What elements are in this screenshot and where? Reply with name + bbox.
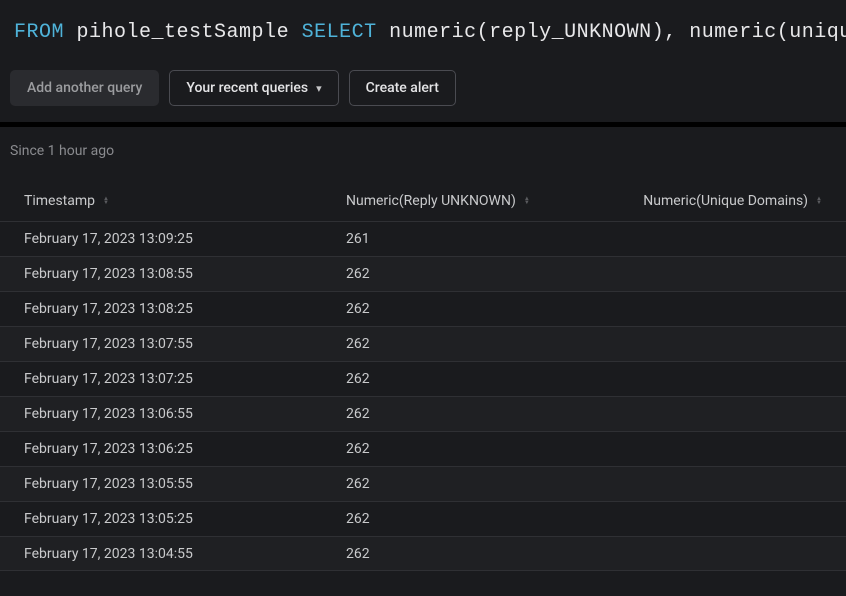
query-comma: , [664, 21, 677, 44]
table-row[interactable]: February 17, 2023 13:04:55262 [0, 536, 846, 571]
cell-reply-unknown: 261 [346, 231, 586, 247]
query-func1: numeric [389, 21, 477, 44]
cell-reply-unknown: 262 [346, 441, 586, 457]
query-func2: numeric [689, 21, 777, 44]
query-editor[interactable]: FROM pihole_testSample SELECT numeric(re… [0, 0, 846, 62]
cell-timestamp: February 17, 2023 13:08:25 [24, 301, 346, 317]
create-alert-button[interactable]: Create alert [349, 70, 456, 106]
create-alert-label: Create alert [366, 80, 439, 96]
cell-timestamp: February 17, 2023 13:06:55 [24, 406, 346, 422]
column-header-timestamp[interactable]: Timestamp ▲▼ [24, 193, 346, 209]
keyword-select: SELECT [302, 21, 377, 44]
column-header-reply-unknown-label: Numeric(Reply UNKNOWN) [346, 193, 516, 209]
query-table: pihole_testSample [77, 21, 290, 44]
cell-timestamp: February 17, 2023 13:04:55 [24, 546, 346, 562]
table-row[interactable]: February 17, 2023 13:06:55262 [0, 396, 846, 431]
table-row[interactable]: February 17, 2023 13:07:55262 [0, 326, 846, 361]
cell-reply-unknown: 262 [346, 301, 586, 317]
cell-reply-unknown: 262 [346, 266, 586, 282]
cell-reply-unknown: 262 [346, 476, 586, 492]
sort-icon: ▲▼ [816, 197, 822, 205]
column-header-unique-domains[interactable]: Numeric(Unique Domains) ▲▼ [586, 193, 822, 209]
column-header-reply-unknown[interactable]: Numeric(Reply UNKNOWN) ▲▼ [346, 193, 586, 209]
cell-timestamp: February 17, 2023 13:05:25 [24, 511, 346, 527]
table-row[interactable]: February 17, 2023 13:07:25262 [0, 361, 846, 396]
cell-reply-unknown: 262 [346, 406, 586, 422]
query-toolbar: Add another query Your recent queries ▾ … [0, 62, 846, 122]
add-another-query-label: Add another query [27, 80, 142, 96]
sort-icon: ▲▼ [524, 197, 530, 205]
keyword-from: FROM [14, 21, 64, 44]
chevron-down-icon: ▾ [316, 82, 322, 95]
cell-timestamp: February 17, 2023 13:07:55 [24, 336, 346, 352]
column-header-timestamp-label: Timestamp [24, 193, 95, 209]
cell-timestamp: February 17, 2023 13:09:25 [24, 231, 346, 247]
cell-reply-unknown: 262 [346, 336, 586, 352]
table-row[interactable]: February 17, 2023 13:09:25261 [0, 221, 846, 256]
table-row[interactable]: February 17, 2023 13:05:55262 [0, 466, 846, 501]
recent-queries-dropdown[interactable]: Your recent queries ▾ [169, 70, 338, 106]
table-row[interactable]: February 17, 2023 13:05:25262 [0, 501, 846, 536]
cell-timestamp: February 17, 2023 13:08:55 [24, 266, 346, 282]
recent-queries-label: Your recent queries [186, 80, 308, 96]
sort-icon: ▲▼ [103, 197, 109, 205]
add-another-query-button[interactable]: Add another query [10, 70, 159, 106]
table-row[interactable]: February 17, 2023 13:06:25262 [0, 431, 846, 466]
time-range-label: Since 1 hour ago [0, 127, 846, 181]
table-header-row: Timestamp ▲▼ Numeric(Reply UNKNOWN) ▲▼ N… [0, 181, 846, 221]
query-arg2: unique_domains [789, 21, 846, 44]
cell-timestamp: February 17, 2023 13:05:55 [24, 476, 346, 492]
table-row[interactable]: February 17, 2023 13:08:55262 [0, 256, 846, 291]
results-table: Timestamp ▲▼ Numeric(Reply UNKNOWN) ▲▼ N… [0, 181, 846, 571]
cell-timestamp: February 17, 2023 13:06:25 [24, 441, 346, 457]
table-row[interactable]: February 17, 2023 13:08:25262 [0, 291, 846, 326]
cell-reply-unknown: 262 [346, 511, 586, 527]
query-arg1: reply_UNKNOWN [489, 21, 652, 44]
cell-reply-unknown: 262 [346, 371, 586, 387]
cell-reply-unknown: 262 [346, 546, 586, 562]
column-header-unique-domains-label: Numeric(Unique Domains) [643, 193, 808, 209]
cell-timestamp: February 17, 2023 13:07:25 [24, 371, 346, 387]
